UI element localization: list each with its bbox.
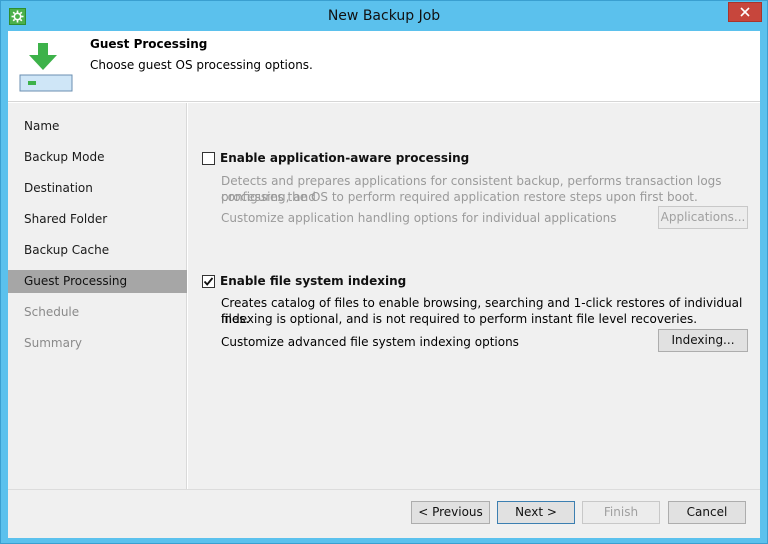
previous-button[interactable]: < Previous	[411, 501, 490, 524]
download-arrow-drive-icon	[17, 38, 73, 94]
nav-step-shared-folder[interactable]: Shared Folder	[8, 208, 187, 231]
nav-step-summary: Summary	[24, 336, 82, 350]
indexing-checkbox[interactable]	[202, 275, 215, 288]
nav-step-backup-mode[interactable]: Backup Mode	[8, 146, 187, 169]
wizard-header: Guest Processing Choose guest OS process…	[8, 31, 760, 102]
nav-step-schedule: Schedule	[24, 305, 80, 319]
wizard-client-area: Guest Processing Choose guest OS process…	[8, 31, 760, 538]
close-icon	[740, 7, 750, 17]
window-title: New Backup Job	[327, 8, 441, 24]
header-title: Guest Processing	[90, 37, 208, 51]
wizard-footer: < Previous Next > Finish Cancel	[8, 489, 760, 538]
header-subtitle: Choose guest OS processing options.	[90, 58, 313, 72]
app-aware-label[interactable]: Enable application-aware processing	[220, 151, 469, 165]
new-backup-job-window: New Backup Job Guest Processing Choose g…	[0, 0, 768, 544]
indexing-label[interactable]: Enable file system indexing	[220, 274, 406, 288]
guest-processing-panel: Enable application-aware processing Dete…	[188, 103, 760, 489]
next-button[interactable]: Next >	[497, 501, 575, 524]
wizard-steps-nav: Name Backup Mode Destination Shared Fold…	[8, 103, 187, 489]
cancel-button[interactable]: Cancel	[668, 501, 746, 524]
nav-step-destination[interactable]: Destination	[8, 177, 187, 200]
indexing-customize-text: Customize advanced file system indexing …	[221, 335, 519, 349]
checkmark-icon	[203, 277, 214, 286]
app-aware-checkbox[interactable]	[202, 152, 215, 165]
app-aware-description-line2: configures the OS to perform required ap…	[221, 190, 698, 204]
nav-step-name[interactable]: Name	[8, 115, 187, 138]
indexing-button[interactable]: Indexing...	[658, 329, 748, 352]
applications-button[interactable]: Applications...	[658, 206, 748, 229]
nav-step-guest-processing[interactable]: Guest Processing	[8, 270, 187, 293]
app-aware-customize-text: Customize application handling options f…	[221, 211, 617, 225]
finish-button[interactable]: Finish	[582, 501, 660, 524]
title-bar[interactable]: New Backup Job	[1, 1, 767, 31]
nav-step-backup-cache[interactable]: Backup Cache	[8, 239, 187, 262]
indexing-description-line2: Indexing is optional, and is not require…	[221, 312, 698, 326]
close-button[interactable]	[728, 2, 762, 22]
